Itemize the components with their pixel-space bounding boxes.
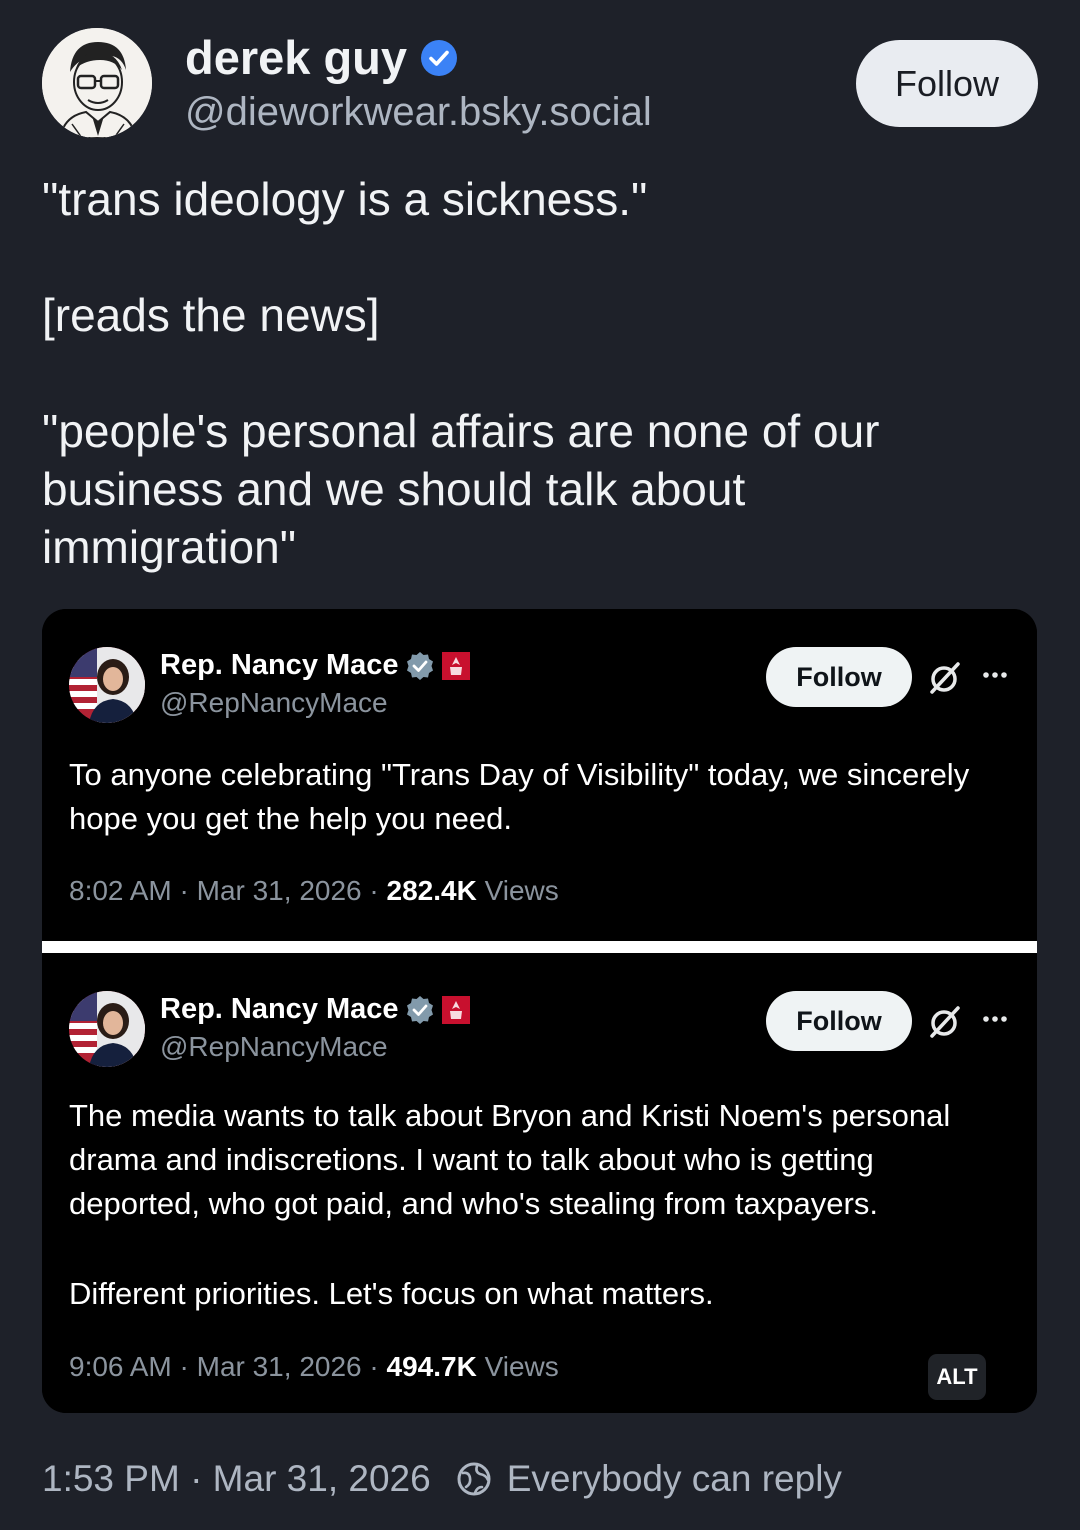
tweet-body: The media wants to talk about Bryon and … bbox=[69, 1094, 1009, 1316]
tweet-author-name-row: Rep. Nancy Mace bbox=[160, 649, 471, 682]
verified-badge-icon bbox=[406, 995, 433, 1024]
tweet-views-count: 282.4K bbox=[386, 875, 477, 906]
tweet-paragraph: Different priorities. Let's focus on wha… bbox=[69, 1276, 714, 1311]
alt-text-button[interactable]: ALT bbox=[928, 1354, 986, 1400]
reply-setting[interactable]: Everybody can reply bbox=[507, 1458, 842, 1500]
tweet-views-label: Views bbox=[476, 1351, 559, 1382]
post-paragraph: [reads the news] bbox=[42, 289, 380, 341]
government-badge-icon bbox=[441, 995, 470, 1024]
embedded-tweet: Rep. Nancy Mace @RepNancyMace Follow The… bbox=[42, 953, 1037, 1413]
tweet-time: 9:06 AM · Mar 31, 2026 · bbox=[69, 1351, 387, 1382]
tweet-time: 8:02 AM · Mar 31, 2026 · bbox=[69, 875, 387, 906]
tweet-paragraph: The media wants to talk about Bryon and … bbox=[69, 1098, 951, 1221]
author-name-row[interactable]: derek guy bbox=[185, 30, 458, 85]
post-paragraph: "trans ideology is a sickness." bbox=[42, 173, 648, 225]
more-options-icon bbox=[983, 1016, 1007, 1022]
government-badge-icon bbox=[441, 651, 470, 680]
embedded-image[interactable]: Rep. Nancy Mace @RepNancyMace Follow To … bbox=[42, 609, 1037, 1413]
author-avatar[interactable] bbox=[42, 28, 152, 138]
tweet-author-handle: @RepNancyMace bbox=[160, 687, 388, 718]
more-options-icon bbox=[983, 672, 1007, 678]
tweet-meta: 8:02 AM · Mar 31, 2026 · 282.4K Views bbox=[69, 875, 559, 907]
tweet-meta: 9:06 AM · Mar 31, 2026 · 494.7K Views bbox=[69, 1351, 559, 1383]
image-divider bbox=[42, 941, 1037, 953]
verified-badge-icon bbox=[406, 651, 433, 680]
follow-button[interactable]: Follow bbox=[856, 40, 1038, 127]
tweet-paragraph: To anyone celebrating "Trans Day of Visi… bbox=[69, 757, 970, 836]
tweet-body: To anyone celebrating "Trans Day of Visi… bbox=[69, 753, 1009, 841]
grok-icon bbox=[930, 1006, 960, 1038]
post-footer: 1:53 PM · Mar 31, 2026 Everybody can rep… bbox=[42, 1458, 842, 1500]
tweet-author-name: Rep. Nancy Mace bbox=[160, 649, 399, 681]
post-timestamp: 1:53 PM · Mar 31, 2026 bbox=[42, 1458, 431, 1499]
tweet-author-handle: @RepNancyMace bbox=[160, 1031, 388, 1062]
tweet-author-name-row: Rep. Nancy Mace bbox=[160, 993, 471, 1026]
tweet-follow-button: Follow bbox=[766, 991, 912, 1051]
verified-badge-icon bbox=[421, 39, 458, 76]
tweet-views-count: 494.7K bbox=[386, 1351, 477, 1382]
tweet-author-name: Rep. Nancy Mace bbox=[160, 993, 399, 1025]
post-text: "trans ideology is a sickness." [reads t… bbox=[42, 170, 942, 576]
globe-icon bbox=[457, 1462, 491, 1496]
author-name[interactable]: derek guy bbox=[185, 30, 407, 85]
embedded-tweet: Rep. Nancy Mace @RepNancyMace Follow To … bbox=[42, 609, 1037, 941]
tweet-avatar bbox=[69, 647, 145, 723]
tweet-follow-button: Follow bbox=[766, 647, 912, 707]
grok-icon bbox=[930, 662, 960, 694]
tweet-avatar bbox=[69, 991, 145, 1067]
tweet-views-label: Views bbox=[476, 875, 559, 906]
author-handle[interactable]: @dieworkwear.bsky.social bbox=[185, 90, 652, 135]
post-paragraph: "people's personal affairs are none of o… bbox=[42, 405, 880, 573]
